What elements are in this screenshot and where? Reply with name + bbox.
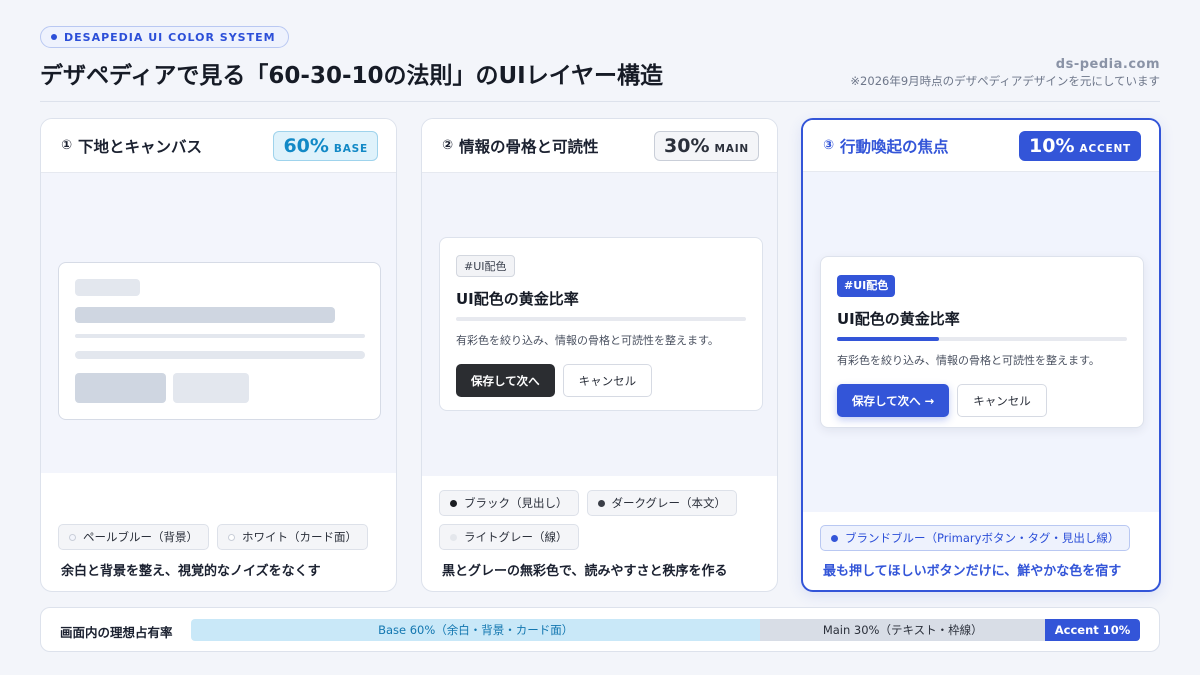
ratio-bar: Base 60%（余白・背景・カード面） Main 30%（テキスト・枠線） A… bbox=[191, 619, 1140, 641]
percent-badge: 60% BASE bbox=[273, 130, 378, 161]
step-number: ① bbox=[61, 138, 73, 153]
underline-accent bbox=[837, 337, 939, 341]
swatch-dot-icon bbox=[228, 533, 235, 541]
title-underline bbox=[456, 317, 746, 321]
card-title: ② 情報の骨格と可読性 bbox=[442, 135, 599, 157]
card-header: ③ 行動喚起の焦点 10% ACCENT bbox=[803, 120, 1159, 172]
swatch-chip: ブラック（見出し） bbox=[439, 490, 579, 516]
ratio-panel: 画面内の理想占有率 Base 60%（余白・背景・カード面） Main 30%（… bbox=[40, 607, 1160, 652]
percent-label: BASE bbox=[333, 142, 368, 155]
card-header: ② 情報の骨格と可読性 30% MAIN bbox=[422, 119, 777, 173]
card-title-text: 情報の骨格と可読性 bbox=[459, 137, 599, 156]
card-description: 黒とグレーの無彩色で、読みやすさと秩序を作る bbox=[442, 564, 728, 579]
swatch-chip: ペールブルー（背景） bbox=[58, 524, 209, 550]
wire-tag bbox=[75, 279, 140, 296]
swatch-label: ブラック（見出し） bbox=[464, 496, 568, 510]
swatch-label: ブランドブルー（Primaryボタン・タグ・見出し線） bbox=[845, 531, 1120, 545]
save-next-button[interactable]: 保存して次へ bbox=[456, 364, 555, 397]
wire-button-primary bbox=[75, 373, 166, 403]
card-title-text: 下地とキャンバス bbox=[78, 137, 203, 156]
percent-badge: 10% ACCENT bbox=[1019, 130, 1141, 161]
ratio-segment-accent: Accent 10% bbox=[1045, 619, 1140, 641]
site-url[interactable]: ds-pedia.com bbox=[1056, 57, 1160, 72]
wire-divider bbox=[75, 334, 365, 338]
button-row: 保存して次へ キャンセル bbox=[456, 364, 746, 397]
card-header: ① 下地とキャンバス 60% BASE bbox=[41, 119, 396, 173]
percent-value: 30% bbox=[664, 134, 710, 157]
canvas-stage bbox=[41, 173, 396, 473]
card-accent: ③ 行動喚起の焦点 10% ACCENT #UI配色 UI配色の黄金比率 有彩色… bbox=[801, 118, 1161, 592]
percent-badge: 30% MAIN bbox=[654, 130, 759, 161]
swatch-chip: ホワイト（カード面） bbox=[217, 524, 368, 550]
swatch-list: ブランドブルー（Primaryボタン・タグ・見出し線） bbox=[820, 525, 1145, 551]
swatch-list: ブラック（見出し） ダークグレー（本文） ライトグレー（線） bbox=[439, 490, 763, 550]
swatch-chip: ライトグレー（線） bbox=[439, 524, 579, 550]
swatch-chip: ダークグレー（本文） bbox=[586, 490, 738, 516]
swatch-label: ライトグレー（線） bbox=[464, 530, 568, 544]
sample-tag[interactable]: #UI配色 bbox=[837, 275, 896, 297]
swatch-dot-icon bbox=[450, 499, 457, 507]
badge-label: DESAPEDIA UI COLOR SYSTEM bbox=[64, 30, 276, 44]
sample-tag[interactable]: #UI配色 bbox=[456, 255, 515, 277]
button-row: 保存して次へ → キャンセル bbox=[837, 384, 1127, 417]
swatch-dot-icon bbox=[831, 534, 838, 542]
cancel-button[interactable]: キャンセル bbox=[562, 364, 653, 397]
step-number: ② bbox=[442, 138, 454, 153]
card-description: 余白と背景を整え、視覚的なノイズをなくす bbox=[61, 564, 321, 579]
title-underline bbox=[837, 337, 1127, 341]
sample-title: UI配色の黄金比率 bbox=[837, 310, 960, 328]
wire-button-secondary bbox=[173, 373, 249, 403]
ratio-label: 画面内の理想占有率 bbox=[60, 625, 173, 640]
sample-text: 有彩色を絞り込み、情報の骨格と可読性を整えます。 bbox=[456, 334, 719, 347]
date-note: ※2026年9月時点のデザペディアデザインを元にしています bbox=[850, 74, 1160, 88]
step-number: ③ bbox=[823, 138, 835, 153]
swatch-list: ペールブルー（背景） ホワイト（カード面） bbox=[58, 524, 382, 550]
wire-heading bbox=[75, 307, 335, 323]
swatch-label: ホワイト（カード面） bbox=[242, 530, 357, 544]
badge-dot-icon bbox=[51, 34, 57, 40]
percent-value: 60% bbox=[283, 134, 329, 157]
sample-card: #UI配色 UI配色の黄金比率 有彩色を絞り込み、情報の骨格と可読性を整えます。… bbox=[820, 256, 1144, 428]
percent-label: ACCENT bbox=[1079, 142, 1131, 155]
canvas-stage: #UI配色 UI配色の黄金比率 有彩色を絞り込み、情報の骨格と可読性を整えます。… bbox=[422, 173, 777, 476]
card-title-text: 行動喚起の焦点 bbox=[840, 137, 949, 156]
swatch-dot-icon bbox=[450, 533, 457, 541]
header-divider bbox=[40, 101, 1160, 102]
swatch-label: ダークグレー（本文） bbox=[611, 496, 727, 510]
swatch-chip: ブランドブルー（Primaryボタン・タグ・見出し線） bbox=[820, 525, 1131, 551]
wireframe-card bbox=[58, 262, 381, 420]
system-badge: DESAPEDIA UI COLOR SYSTEM bbox=[40, 26, 289, 48]
card-main: ② 情報の骨格と可読性 30% MAIN #UI配色 UI配色の黄金比率 有彩色… bbox=[421, 118, 778, 592]
cancel-button[interactable]: キャンセル bbox=[957, 384, 1047, 417]
swatch-dot-icon bbox=[69, 533, 76, 541]
card-description: 最も押してほしいボタンだけに、鮮やかな色を宿す bbox=[823, 564, 1122, 579]
swatch-label: ペールブルー（背景） bbox=[83, 530, 198, 544]
wire-text bbox=[75, 351, 365, 359]
sample-card: #UI配色 UI配色の黄金比率 有彩色を絞り込み、情報の骨格と可読性を整えます。… bbox=[439, 237, 763, 411]
ratio-segment-base: Base 60%（余白・背景・カード面） bbox=[191, 619, 761, 641]
sample-title: UI配色の黄金比率 bbox=[456, 290, 579, 308]
canvas-stage: #UI配色 UI配色の黄金比率 有彩色を絞り込み、情報の骨格と可読性を整えます。… bbox=[803, 172, 1159, 512]
swatch-dot-icon bbox=[597, 499, 605, 507]
sample-text: 有彩色を絞り込み、情報の骨格と可読性を整えます。 bbox=[837, 354, 1100, 367]
card-title: ③ 行動喚起の焦点 bbox=[823, 135, 949, 157]
card-base: ① 下地とキャンバス 60% BASE ペールブルー（背景） ホワイト（カード面… bbox=[40, 118, 397, 592]
page-title: デザペディアで見る「60-30-10の法則」のUIレイヤー構造 bbox=[40, 63, 664, 89]
ratio-segment-main: Main 30%（テキスト・枠線） bbox=[760, 619, 1046, 641]
card-title: ① 下地とキャンバス bbox=[61, 135, 202, 157]
percent-value: 10% bbox=[1029, 134, 1075, 157]
percent-label: MAIN bbox=[714, 142, 749, 155]
save-next-button[interactable]: 保存して次へ → bbox=[837, 384, 950, 417]
